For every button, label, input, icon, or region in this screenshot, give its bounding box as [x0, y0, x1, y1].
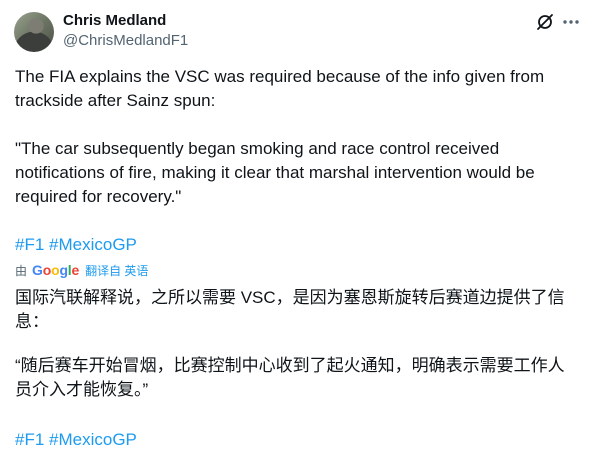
author-name[interactable]: Chris Medland: [63, 11, 166, 31]
more-icon[interactable]: [561, 12, 581, 32]
google-logo-letter: g: [59, 262, 68, 278]
translated-hashtags: #F1 #MexicoGP: [15, 428, 137, 452]
google-logo-letter: e: [71, 262, 80, 278]
hashtag-f1[interactable]: #F1: [15, 430, 44, 449]
translation-attribution: 由 Google 翻译自 英语: [15, 261, 148, 279]
hashtag-mexicogp[interactable]: #MexicoGP: [49, 235, 137, 254]
tweet-text-paragraph-1: The FIA explains the VSC was required be…: [15, 67, 545, 110]
translated-paragraph-2: “随后赛车开始冒烟，比赛控制中心收到了起火通知，明确表示需要工作人员介入才能恢复…: [15, 356, 565, 399]
google-logo-letter: o: [42, 262, 52, 278]
hashtag-mexicogp[interactable]: #MexicoGP: [49, 430, 137, 449]
translated-paragraph-1: 国际汽联解释说，之所以需要 VSC，是因为塞恩斯旋转后赛道边提供了信息：: [15, 288, 565, 331]
translated-by-label: 由: [15, 263, 28, 278]
author-handle[interactable]: @ChrisMedlandF1: [63, 31, 188, 51]
grok-icon[interactable]: [535, 12, 555, 32]
avatar[interactable]: [14, 12, 54, 52]
translated-from-link[interactable]: 翻译自 英语: [85, 262, 148, 279]
tweet-text-paragraph-2: "The car subsequently began smoking and …: [15, 139, 535, 206]
google-logo: Google: [32, 262, 79, 278]
google-logo-letter: G: [32, 262, 43, 278]
hashtag-f1[interactable]: #F1: [15, 235, 44, 254]
hashtags: #F1 #MexicoGP: [15, 233, 137, 257]
